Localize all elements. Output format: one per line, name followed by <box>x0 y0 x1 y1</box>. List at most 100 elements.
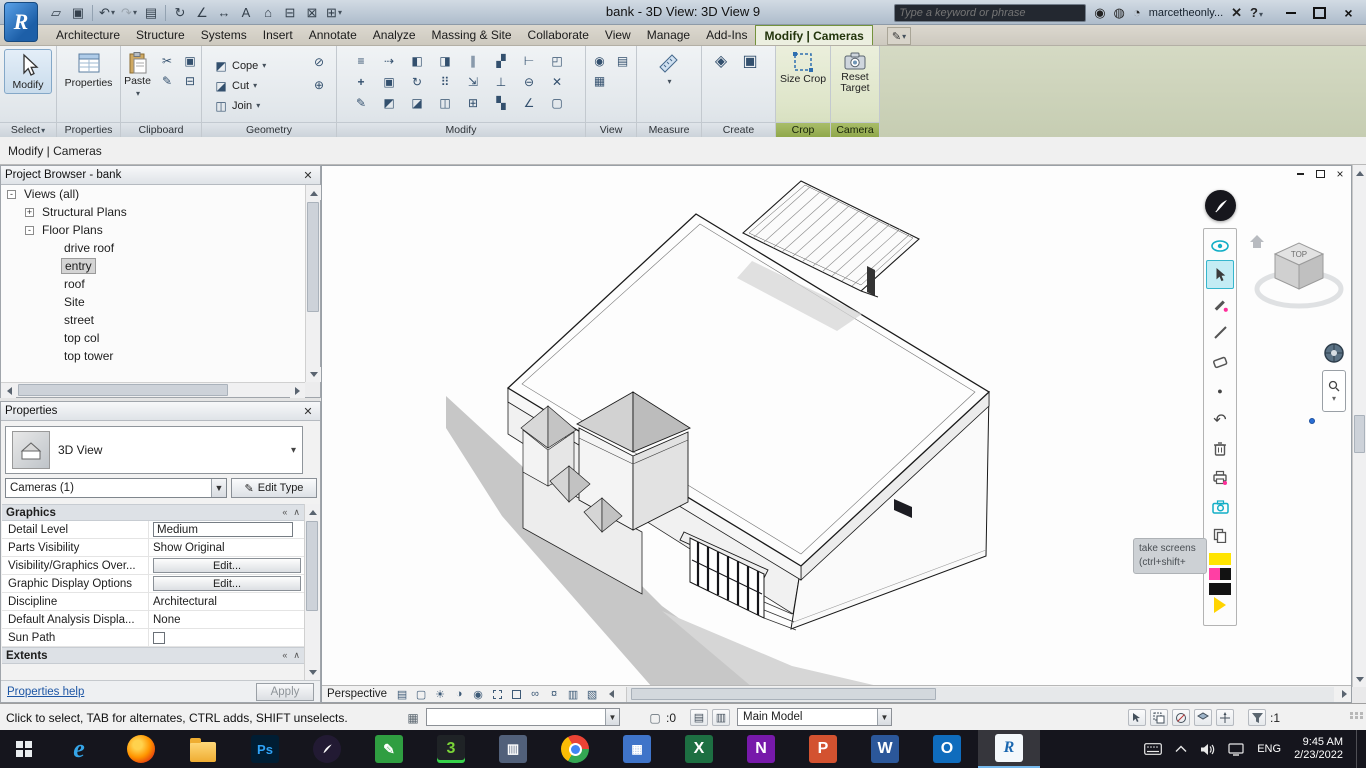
demolish-icon[interactable] <box>490 93 512 112</box>
taskbar-onenote[interactable]: N <box>730 730 792 768</box>
scroll-left-button[interactable] <box>1 383 16 398</box>
volume-icon[interactable] <box>1200 743 1215 756</box>
chevron-down-icon[interactable]: ▼ <box>605 709 619 725</box>
select-underlay-icon[interactable] <box>1150 709 1168 726</box>
cut-button[interactable]: Cut <box>210 76 260 96</box>
measure-qat-icon[interactable] <box>518 93 540 112</box>
panel-label-clipboard[interactable]: Clipboard <box>121 122 201 137</box>
tree-item-top-tower[interactable]: top tower <box>1 347 305 365</box>
taskbar-firefox[interactable] <box>110 730 172 768</box>
geo-b-icon[interactable] <box>308 75 330 94</box>
cut-icon[interactable] <box>156 51 178 70</box>
shadows-icon[interactable] <box>451 687 467 701</box>
delete-icon[interactable] <box>546 72 568 91</box>
scroll-right-button[interactable] <box>290 383 305 398</box>
minimize-button[interactable] <box>1277 3 1304 22</box>
tab-modify-cameras[interactable]: Modify | Cameras <box>755 25 873 45</box>
section-icon[interactable] <box>280 3 300 23</box>
tab-insert[interactable]: Insert <box>255 25 301 45</box>
tree-item-street[interactable]: street <box>1 311 305 329</box>
open-icon[interactable] <box>46 3 66 23</box>
align-icon[interactable] <box>350 51 372 70</box>
visibility-edit-button[interactable]: Edit... <box>153 558 301 573</box>
move-icon[interactable] <box>350 72 372 91</box>
modify-tool-button[interactable]: Modify <box>4 49 52 94</box>
browser-horizontal-scrollbar[interactable] <box>1 382 305 398</box>
signed-in-user[interactable]: marcetheonly... <box>1149 7 1223 19</box>
cut-geometry-icon[interactable] <box>406 93 428 112</box>
cope-button[interactable]: Cope <box>210 56 269 76</box>
search-input[interactable] <box>899 6 1082 19</box>
project-browser-header[interactable]: Project Browser - bank ✕ <box>1 166 320 185</box>
chevron-down-icon[interactable]: ▼ <box>211 479 226 497</box>
mirror-pick-icon[interactable] <box>406 51 428 70</box>
render-icon[interactable] <box>470 687 486 701</box>
select-tool-icon[interactable] <box>1206 260 1234 289</box>
sun-icon[interactable] <box>432 687 448 701</box>
taskbar-edge[interactable]: e <box>48 730 110 768</box>
network-icon[interactable] <box>1228 742 1244 756</box>
print-tool-icon[interactable] <box>1206 463 1234 492</box>
copy-tool-icon[interactable] <box>1206 521 1234 550</box>
pin-icon[interactable] <box>490 72 512 91</box>
join-geometry-icon[interactable] <box>434 93 456 112</box>
instance-filter-combo[interactable]: Cameras (1) ▼ <box>5 478 227 498</box>
show-crop-icon[interactable] <box>508 687 524 701</box>
person-icon[interactable] <box>1133 5 1141 20</box>
selection-filter-icon[interactable] <box>1248 709 1266 726</box>
taskbar-chrome[interactable] <box>544 730 606 768</box>
measure-qat-icon[interactable] <box>192 3 212 23</box>
section-extents[interactable]: Extents <box>2 647 306 664</box>
split-icon[interactable] <box>462 51 484 70</box>
panel-label-modify[interactable]: Modify <box>337 122 585 137</box>
print-icon[interactable] <box>141 3 161 23</box>
taskbar-calculator[interactable]: ▦ <box>606 730 668 768</box>
language-indicator[interactable]: ENG <box>1257 743 1281 755</box>
marker-tool-icon[interactable] <box>1206 289 1234 318</box>
scroll-thumb[interactable] <box>18 384 228 396</box>
tab-annotate[interactable]: Annotate <box>301 25 365 45</box>
match-type-icon[interactable] <box>350 93 372 112</box>
section-graphics[interactable]: Graphics <box>2 504 306 521</box>
copy-small-icon[interactable] <box>179 51 201 70</box>
show-desktop-button[interactable] <box>1356 730 1362 768</box>
autodesk-x-icon[interactable] <box>1231 5 1242 21</box>
show-overlay-icon[interactable] <box>1206 231 1234 260</box>
expander-icon[interactable]: - <box>25 225 34 235</box>
paste-aligned-icon[interactable] <box>179 71 201 90</box>
color-magenta-black-swatch[interactable] <box>1209 568 1231 580</box>
sec-collapse-icon[interactable] <box>282 650 287 661</box>
paste-button[interactable]: Paste <box>121 49 154 99</box>
taskbar-slate-app[interactable]: ▥ <box>482 730 544 768</box>
taskbar-explorer[interactable] <box>172 730 234 768</box>
select-by-face-icon[interactable] <box>1194 709 1212 726</box>
tree-item-structural-plans[interactable]: + Structural Plans <box>1 203 305 221</box>
communication-icon[interactable] <box>1114 5 1125 21</box>
close-icon[interactable]: ✕ <box>300 169 316 182</box>
detail-level-value[interactable]: Medium <box>153 522 293 537</box>
restore-button[interactable] <box>1306 3 1333 22</box>
dot-tool-icon[interactable] <box>1206 376 1234 405</box>
reveal-hidden-icon[interactable] <box>546 687 562 701</box>
drag-on-selection-icon[interactable] <box>1216 709 1234 726</box>
array-icon[interactable] <box>434 72 456 91</box>
sec-up-icon[interactable] <box>293 650 300 661</box>
properties-header[interactable]: Properties ✕ <box>1 402 320 421</box>
active-model-combo[interactable]: Main Model ▼ <box>737 708 892 726</box>
worksets-field[interactable]: ▼ <box>426 708 620 726</box>
tab-structure[interactable]: Structure <box>128 25 193 45</box>
paint-icon[interactable] <box>378 93 400 112</box>
color-black-swatch[interactable] <box>1209 583 1231 595</box>
scroll-down-button[interactable] <box>1353 672 1366 687</box>
tree-item-top-col[interactable]: top col <box>1 329 305 347</box>
undo-ls-icon[interactable] <box>1206 405 1234 434</box>
cope-small-icon[interactable] <box>546 51 568 70</box>
eraser-tool-icon[interactable] <box>1206 347 1234 376</box>
detail-level-icon[interactable] <box>394 687 410 701</box>
sec-collapse-icon[interactable] <box>282 507 287 518</box>
type-selector[interactable]: 3D View ▾ <box>5 426 303 474</box>
properties-toggle-button[interactable]: Properties <box>65 49 113 89</box>
chevron-down-icon[interactable]: ▾ <box>291 445 296 456</box>
scroll-thumb[interactable] <box>306 521 318 611</box>
scroll-up-button[interactable] <box>305 504 320 519</box>
